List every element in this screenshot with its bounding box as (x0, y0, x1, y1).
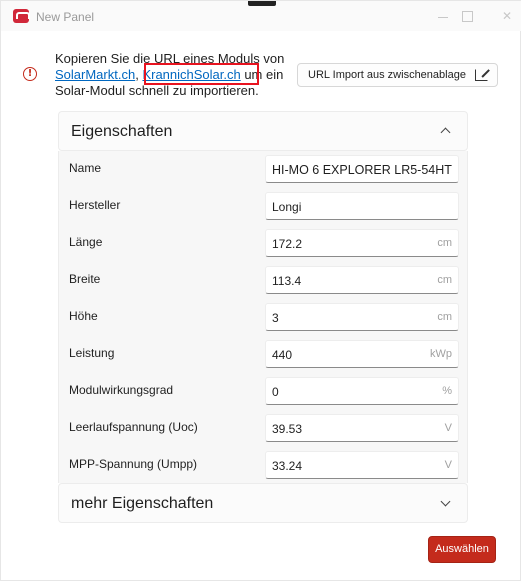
laenge-input[interactable]: 172.2 cm (265, 229, 459, 257)
property-row-leerlaufspannung: Leerlaufspannung (Uoc) 39.53 V (59, 410, 469, 446)
hersteller-input[interactable]: Longi (265, 192, 459, 220)
property-value: 33.24 (272, 459, 303, 473)
leistung-input[interactable]: 440 kWp (265, 340, 459, 368)
app-icon (13, 9, 30, 23)
breite-input[interactable]: 113.4 cm (265, 266, 459, 294)
property-value: 113.4 (272, 274, 302, 288)
info-text-line3: Solar-Modul schnell zu importieren. (55, 83, 259, 98)
title-bar[interactable]: New Panel ✕ (1, 1, 521, 31)
property-row-breite: Breite 113.4 cm (59, 262, 469, 298)
properties-title: Eigenschaften (71, 123, 173, 140)
unit-label: cm (437, 274, 452, 286)
paste-edit-icon (475, 69, 488, 81)
property-label: Hersteller (69, 198, 121, 212)
unit-label: cm (437, 311, 452, 323)
property-value: HI-MO 6 EXPLORER LR5-54HTH (272, 163, 452, 177)
property-label: Name (69, 161, 102, 175)
hoehe-input[interactable]: 3 cm (265, 303, 459, 331)
select-button[interactable]: Auswählen (428, 536, 496, 563)
mpp-spannung-input[interactable]: 33.24 V (265, 451, 459, 479)
unit-label: % (442, 385, 452, 397)
unit-label: kWp (430, 348, 452, 360)
property-row-modulwirkungsgrad: Modulwirkungsgrad 0 % (59, 373, 469, 409)
chevron-up-icon (440, 126, 450, 136)
property-row-hersteller: Hersteller Longi (59, 188, 469, 224)
more-properties-title: mehr Eigenschaften (71, 495, 214, 512)
property-row-name: Name HI-MO 6 EXPLORER LR5-54HTH (59, 151, 469, 187)
maximize-button[interactable] (457, 7, 477, 25)
minimize-button[interactable] (433, 7, 453, 25)
info-icon: ! (23, 67, 37, 81)
property-label: Höhe (69, 309, 98, 323)
property-label: Leerlaufspannung (Uoc) (69, 420, 198, 434)
properties-expander-header[interactable]: Eigenschaften (58, 111, 468, 151)
property-value: 3 (272, 311, 279, 325)
chevron-down-icon (440, 498, 450, 508)
close-button[interactable]: ✕ (497, 7, 517, 25)
property-row-hoehe: Höhe 3 cm (59, 299, 469, 335)
url-import-button[interactable]: URL Import aus zwischenablage (297, 63, 498, 87)
unit-label: cm (437, 237, 452, 249)
property-row-mpp-spannung: MPP-Spannung (Umpp) 33.24 V (59, 447, 469, 483)
properties-body: Name HI-MO 6 EXPLORER LR5-54HTH Herstell… (58, 151, 468, 483)
unit-label: V (444, 459, 452, 471)
property-value: 0 (272, 385, 279, 399)
property-label: Breite (69, 272, 101, 286)
url-import-label: URL Import aus zwischenablage (308, 69, 466, 81)
property-label: Leistung (69, 346, 115, 360)
property-row-laenge: Länge 172.2 cm (59, 225, 469, 261)
property-row-leistung: Leistung 440 kWp (59, 336, 469, 372)
unit-label: V (444, 422, 452, 434)
property-label: Modulwirkungsgrad (69, 383, 174, 397)
drag-handle[interactable] (248, 1, 276, 6)
link-highlight-box (144, 63, 259, 85)
window-title: New Panel (36, 10, 95, 24)
new-panel-window: New Panel ✕ ! Kopieren Sie die URL eines… (0, 0, 521, 581)
name-input[interactable]: HI-MO 6 EXPLORER LR5-54HTH (265, 155, 459, 183)
property-value: 172.2 (272, 237, 303, 251)
property-label: MPP-Spannung (Umpp) (69, 457, 198, 471)
solarmarkt-link[interactable]: SolarMarkt.ch (55, 67, 135, 82)
leerlaufspannung-input[interactable]: 39.53 V (265, 414, 459, 442)
property-value: 39.53 (272, 422, 303, 436)
property-value: Longi (272, 200, 302, 214)
property-label: Länge (69, 235, 103, 249)
modulwirkungsgrad-input[interactable]: 0 % (265, 377, 459, 405)
property-value: 440 (272, 348, 293, 362)
more-properties-expander-header[interactable]: mehr Eigenschaften (58, 483, 468, 523)
